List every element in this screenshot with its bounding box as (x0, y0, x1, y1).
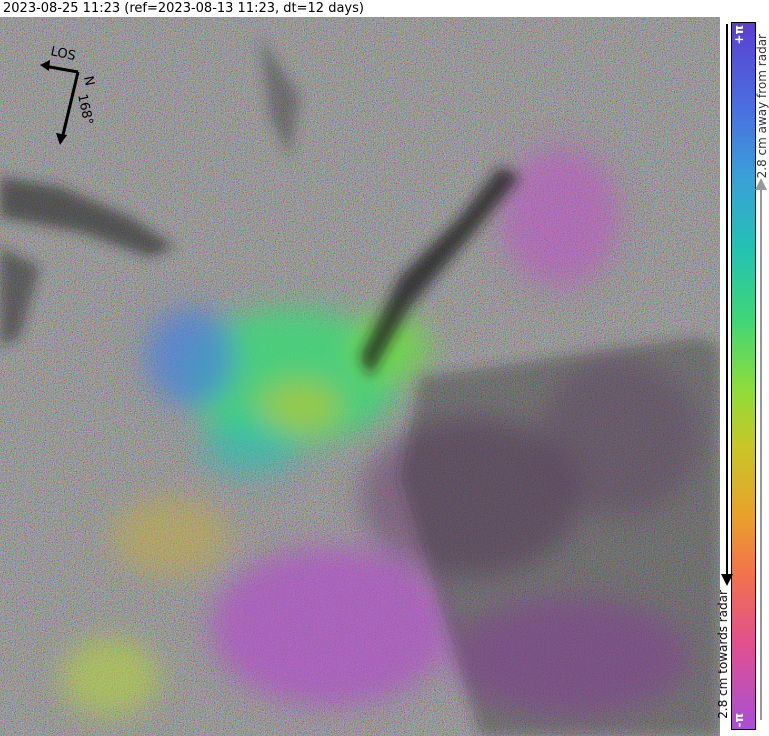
away-arrow-line (760, 190, 762, 720)
colorbar-bottom-label: -π (732, 712, 746, 727)
away-from-radar-label: 2.8 cm away from radar (755, 34, 769, 179)
phase-colorbar: +π -π (731, 22, 756, 730)
interferogram-render: LOS N 168° (0, 17, 720, 736)
colorbar-top-label: +π (732, 25, 746, 45)
towards-arrow-line (726, 24, 728, 580)
interferogram-map: LOS N 168° (0, 17, 720, 736)
away-arrow-icon (755, 178, 767, 190)
towards-radar-label: 2.8 cm towards radar (716, 590, 730, 719)
towards-arrow-icon (721, 574, 733, 586)
image-title: 2023-08-25 11:23 (ref=2023-08-13 11:23, … (3, 1, 364, 16)
